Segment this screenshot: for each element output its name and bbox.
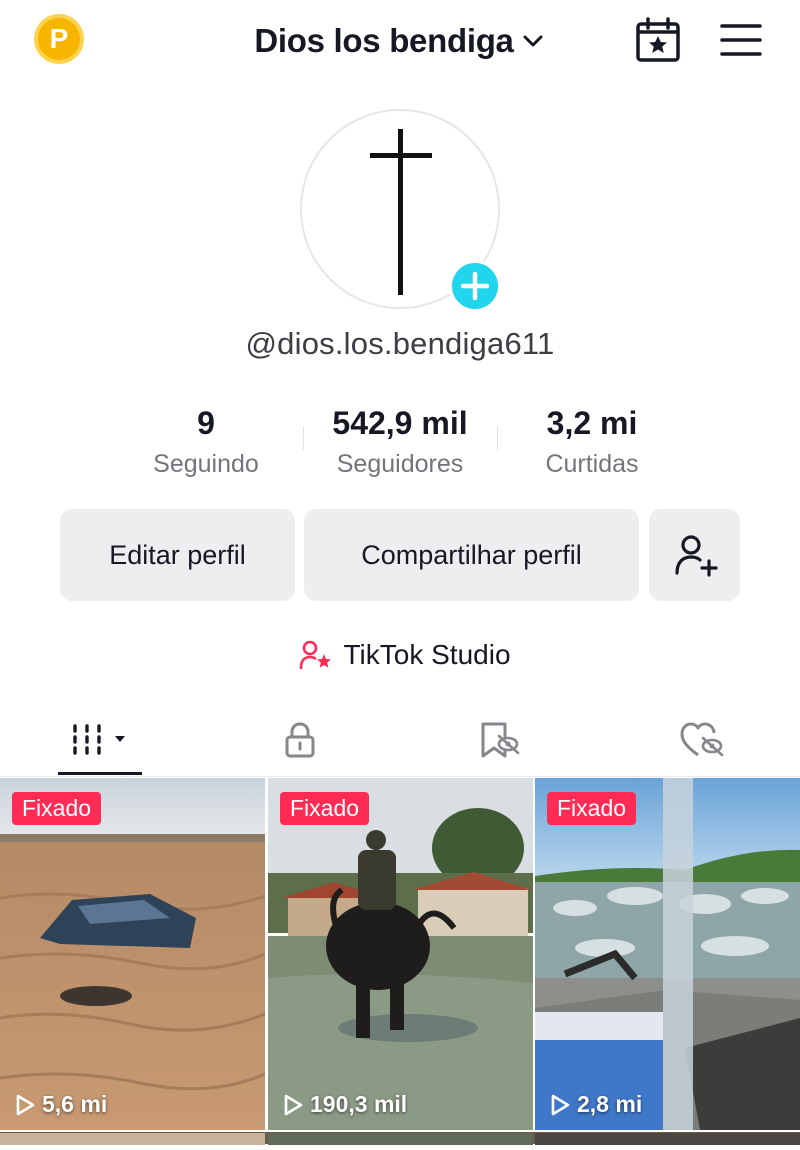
tiktok-studio-label: TikTok Studio [343,639,511,670]
tab-private[interactable] [262,712,338,768]
play-icon [16,1094,35,1115]
video-thumbnail[interactable]: Fixado 2,8 mi [535,778,800,1130]
hamburger-menu-icon[interactable] [718,18,764,62]
view-count: 2,8 mi [549,1091,642,1118]
play-icon [551,1094,570,1115]
active-tab-indicator [58,772,142,775]
thumbnail-image [268,778,533,1130]
stat-value: 542,9 mil [332,405,468,441]
calendar-star-icon[interactable] [634,16,682,64]
add-user-icon [674,535,718,577]
lock-icon [285,722,315,758]
stat-followers[interactable]: 542,9 mil Seguidores [300,400,500,479]
pinned-badge: Fixado [547,792,637,825]
stat-value: 3,2 mi [546,405,638,441]
bookmark-hidden-icon [481,722,520,758]
divider [0,776,800,777]
play-icon [284,1094,303,1115]
plus-icon [460,271,490,301]
pinned-badge: Fixado [280,792,370,825]
tiktok-studio-link[interactable]: TikTok Studio [270,632,540,678]
video-thumbnail[interactable]: Fixado 5,6 mi [0,778,265,1130]
add-avatar-button[interactable] [449,260,501,312]
view-count-value: 2,8 mi [577,1091,643,1117]
stat-following[interactable]: 9 Seguindo [106,400,306,479]
pinned-badge: Fixado [12,792,102,825]
next-row-thumbnails [0,1132,800,1145]
chevron-down-icon [523,35,543,47]
grid-icon [73,724,125,755]
stat-likes[interactable]: 3,2 mi Curtidas [492,400,692,479]
edit-profile-button[interactable]: Editar perfil [60,509,295,601]
thumbnail-image [0,778,265,1130]
account-switcher[interactable]: Dios los bendiga [210,18,590,64]
thumbnail-image [535,778,800,1130]
coins-icon[interactable]: P [34,14,84,64]
stat-label: Seguindo [153,450,259,478]
heart-hidden-icon [680,722,724,757]
username: @dios.los.bendiga611 [245,326,555,361]
video-thumbnail[interactable]: Fixado 190,3 mil [268,778,533,1130]
stat-label: Curtidas [545,450,639,478]
view-count-value: 5,6 mi [42,1091,108,1117]
tab-videos[interactable] [58,712,142,768]
tab-liked[interactable] [664,712,740,768]
page-title: Dios los bendiga [254,22,514,59]
tab-saved[interactable] [460,712,536,768]
stat-label: Seguidores [336,450,464,478]
share-profile-button[interactable]: Compartilhar perfil [304,509,639,601]
add-friend-button[interactable] [649,509,740,601]
view-count: 190,3 mil [282,1091,407,1118]
view-count-value: 190,3 mil [310,1091,408,1117]
view-count: 5,6 mi [14,1091,107,1118]
stat-value: 9 [197,405,215,441]
user-star-icon [300,640,332,670]
